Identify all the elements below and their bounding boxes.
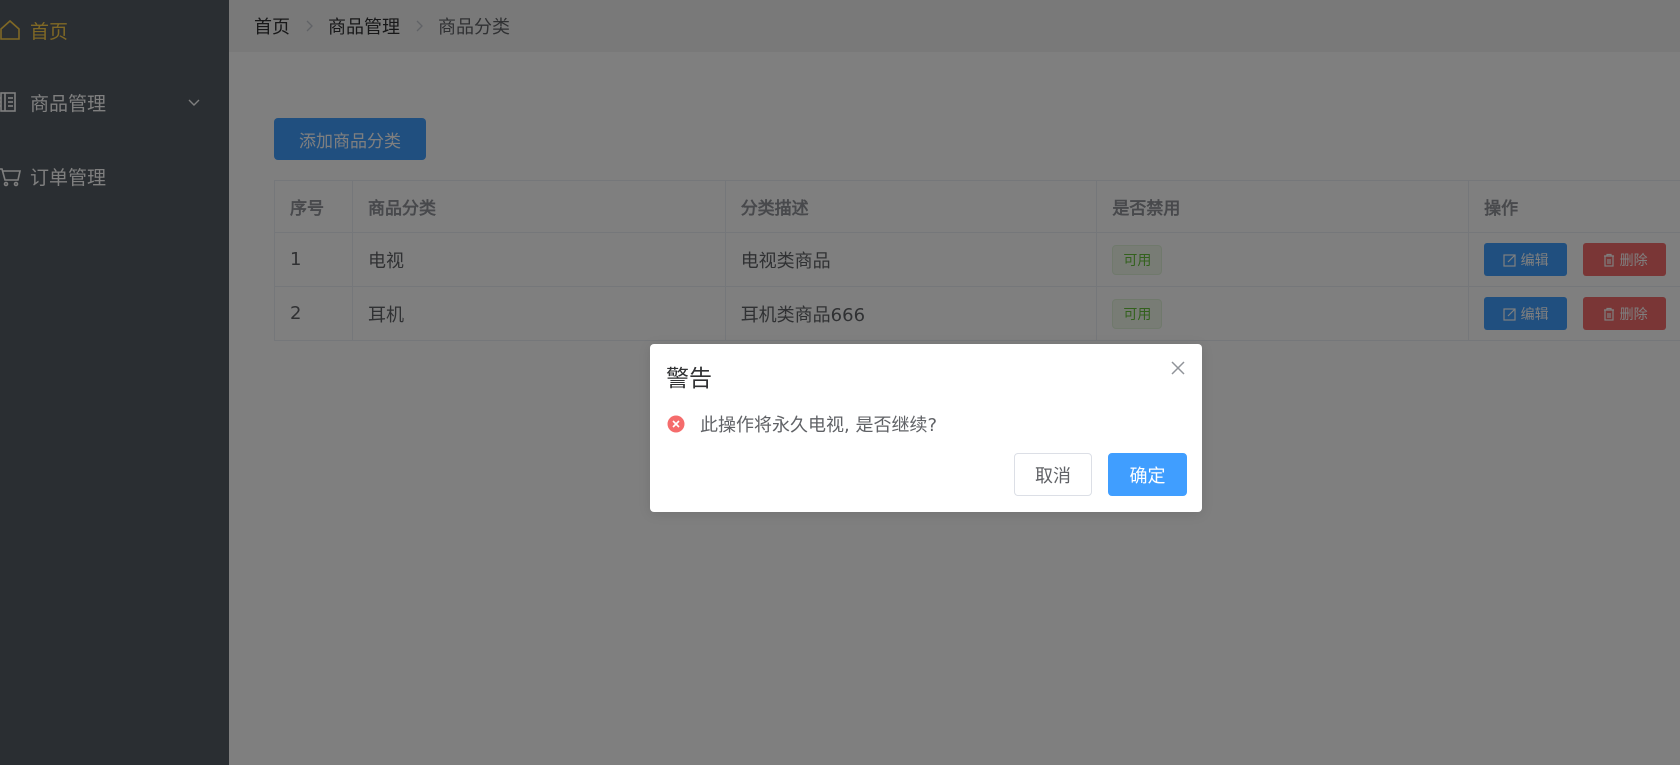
dialog-title: 警告 [666,366,712,392]
confirm-button[interactable]: 确定 [1108,453,1187,496]
app-root: 首页 商品管理 订单管理 首页 商品管理 商品分类 [0,0,1680,765]
error-circle-icon [667,415,685,433]
dialog-message: 此操作将永久电视, 是否继续? [700,415,937,436]
warning-dialog: 警告 此操作将永久电视, 是否继续? 取消 确定 [650,344,1202,512]
close-icon[interactable] [1168,358,1188,378]
cancel-button[interactable]: 取消 [1014,453,1092,496]
